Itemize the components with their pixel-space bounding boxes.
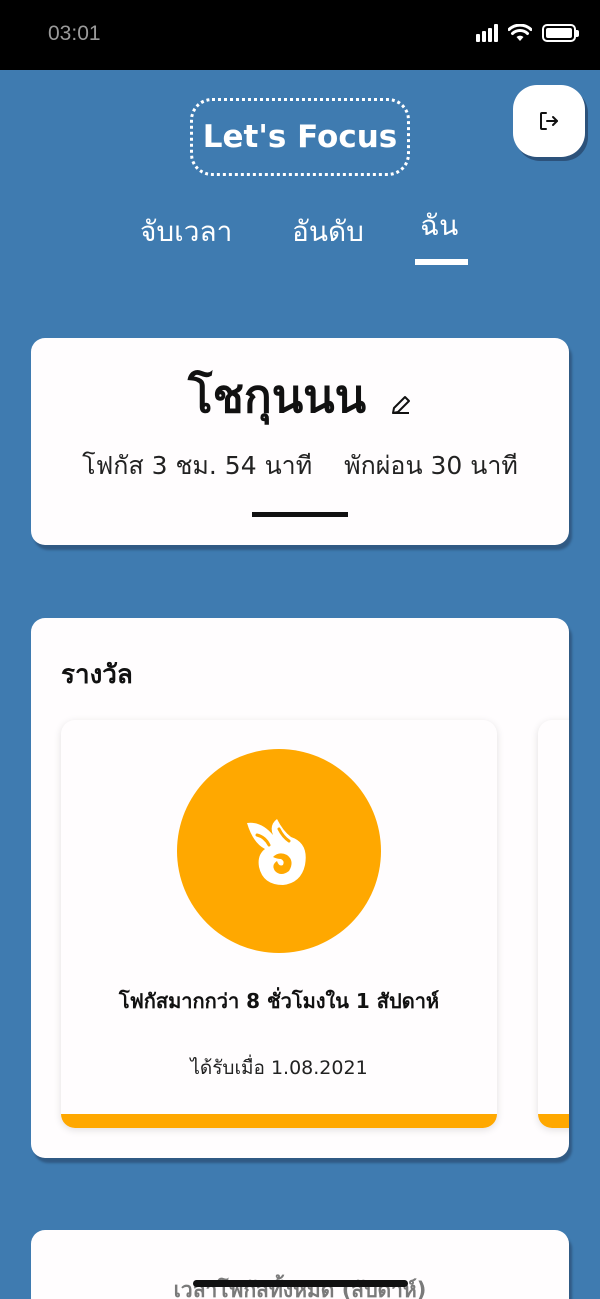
- edit-name-button[interactable]: [390, 373, 412, 427]
- reward-title: โฟกัสมากกว่า 8 ชั่วโมงใน 1 สัปดาห์: [118, 989, 440, 1013]
- tab-timer[interactable]: จับเวลา: [140, 210, 232, 254]
- reward-badge: [177, 749, 381, 953]
- logout-icon: [540, 112, 558, 130]
- app-title: Let's Focus: [190, 98, 410, 176]
- rewards-card: รางวัล โฟกัสมากกว่า 8 ชั่วโมงใน 1 สัปดาห…: [31, 618, 569, 1158]
- tab-bar: จับเวลา อันดับ ฉัน: [0, 209, 600, 270]
- tab-me[interactable]: ฉัน: [420, 204, 458, 248]
- status-bar: 03:01: [0, 0, 600, 70]
- reward-date: ได้รับเมื่อ 1.08.2021: [190, 1057, 368, 1079]
- user-name: โชกุนนน: [187, 369, 367, 423]
- tab-ranking[interactable]: อันดับ: [292, 210, 364, 254]
- pencil-icon: [392, 395, 411, 414]
- reward-item-next[interactable]: [538, 720, 569, 1128]
- profile-stats: โฟกัส 3 ชม. 54 นาที พักผ่อน 30 นาที: [31, 446, 569, 486]
- signal-icon: [476, 24, 498, 42]
- user-name-row: โชกุนนน: [31, 360, 569, 433]
- wifi-icon: [508, 24, 532, 41]
- active-tab-indicator: [415, 259, 468, 265]
- reward-accent-bar: [538, 1114, 569, 1128]
- fire-comet-icon: [247, 819, 306, 885]
- rest-time-text: พักผ่อน 30 นาที: [344, 451, 518, 480]
- logout-button[interactable]: [513, 85, 585, 157]
- profile-divider: [252, 512, 348, 517]
- reward-accent-bar: [61, 1114, 497, 1128]
- status-time: 03:01: [48, 22, 101, 45]
- battery-icon: [542, 24, 579, 42]
- home-indicator: [193, 1280, 408, 1287]
- rewards-heading: รางวัล: [61, 660, 133, 690]
- focus-time-text: โฟกัส 3 ชม. 54 นาที: [82, 451, 313, 480]
- status-icons: [476, 24, 579, 42]
- reward-item[interactable]: โฟกัสมากกว่า 8 ชั่วโมงใน 1 สัปดาห์ ได้รั…: [61, 720, 497, 1128]
- profile-card: โชกุนนน โฟกัส 3 ชม. 54 นาที พักผ่อน 30 นา…: [31, 338, 569, 545]
- total-focus-card: เวลาโฟกัสทั้งหมด (สัปดาห์): [31, 1230, 569, 1299]
